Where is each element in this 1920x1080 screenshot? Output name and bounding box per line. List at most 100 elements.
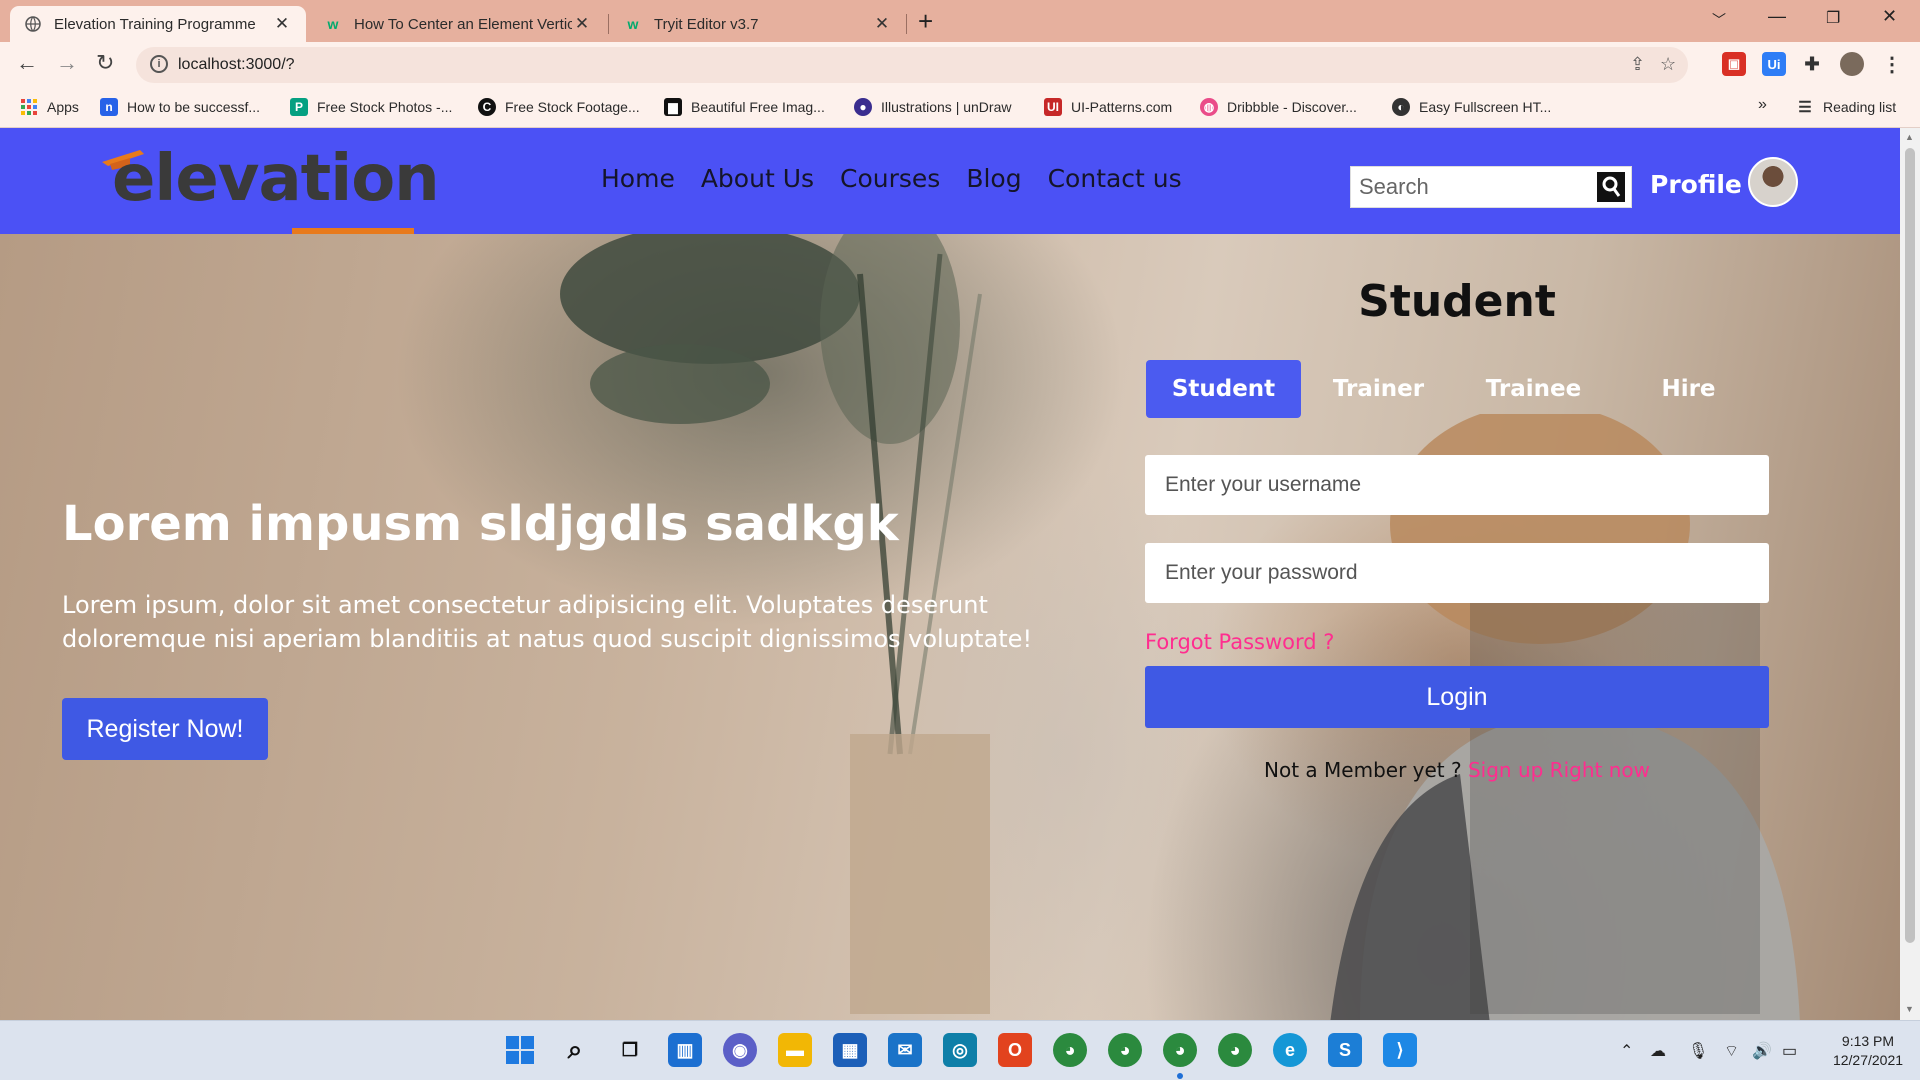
search-input[interactable] xyxy=(1351,167,1591,207)
site-logo[interactable]: elevation xyxy=(100,142,440,234)
mail-icon[interactable]: ✉ xyxy=(888,1033,922,1067)
unsplash-icon: ▆ xyxy=(664,98,682,116)
chrome-icon[interactable]: ◕ xyxy=(1108,1033,1142,1067)
restore-icon[interactable]: ❐ xyxy=(1826,8,1840,28)
bookmark-item[interactable]: ◐ Easy Fullscreen HT... xyxy=(1392,98,1551,116)
reading-list-icon: ☰ xyxy=(1798,99,1812,116)
file-explorer-icon[interactable]: ▬ xyxy=(778,1033,812,1067)
page-scrollbar[interactable]: ▲ ▼ xyxy=(1900,128,1920,1020)
password-field[interactable] xyxy=(1145,543,1769,603)
close-window-icon[interactable]: ✕ xyxy=(1882,6,1897,27)
reload-icon[interactable]: ↻ xyxy=(96,50,114,76)
wifi-icon[interactable]: ⌔ xyxy=(1724,1041,1739,1061)
logo-text: elevation xyxy=(112,142,440,216)
minimize-icon[interactable]: — xyxy=(1768,6,1786,27)
nav-about-us[interactable]: About Us xyxy=(701,164,814,193)
bookmark-label: Dribbble - Discover... xyxy=(1227,99,1357,115)
tab-elevation[interactable]: Elevation Training Programme ✕ xyxy=(10,6,306,42)
bookmark-item[interactable]: ● Illustrations | unDraw xyxy=(854,98,1011,116)
bookmark-item[interactable]: P Free Stock Photos -... xyxy=(290,98,452,116)
tab-separator xyxy=(906,14,907,34)
search-icon[interactable]: ⌕ xyxy=(558,1033,592,1067)
edge-icon[interactable]: e xyxy=(1273,1033,1307,1067)
login-button[interactable]: Login xyxy=(1145,666,1769,728)
site-info-icon[interactable]: i xyxy=(150,55,168,73)
w3schools-icon: w xyxy=(327,16,339,32)
tab-hire[interactable]: Hire xyxy=(1611,360,1766,418)
nav-courses[interactable]: Courses xyxy=(840,164,940,193)
nav-contact-us[interactable]: Contact us xyxy=(1048,164,1182,193)
profile-avatar-icon[interactable] xyxy=(1840,52,1864,76)
site-navbar: elevation Home About Us Courses Blog Con… xyxy=(0,128,1900,234)
close-tab-icon[interactable]: ✕ xyxy=(272,14,292,34)
scroll-up-icon[interactable]: ▲ xyxy=(1905,132,1914,142)
teams-chat-icon[interactable]: ◉ xyxy=(723,1033,757,1067)
reading-list-button[interactable]: ☰ Reading list xyxy=(1796,98,1896,116)
task-view-icon[interactable]: ❐ xyxy=(613,1033,647,1067)
bookmark-item[interactable]: ◍ Dribbble - Discover... xyxy=(1200,98,1357,116)
bookmark-label: Free Stock Footage... xyxy=(505,99,640,115)
scrollbar-thumb[interactable] xyxy=(1905,148,1915,943)
nav-home[interactable]: Home xyxy=(601,164,675,193)
share-icon[interactable]: ⇪ xyxy=(1630,54,1645,75)
search-button[interactable] xyxy=(1597,172,1625,202)
back-icon[interactable]: ← xyxy=(16,50,38,76)
tab-student[interactable]: Student xyxy=(1146,360,1301,418)
bookmark-item[interactable]: UI UI-Patterns.com xyxy=(1044,98,1172,116)
dribbble-icon: ◍ xyxy=(1200,98,1218,116)
skype-icon[interactable]: S xyxy=(1328,1033,1362,1067)
menu-kebab-icon[interactable]: ⋮ xyxy=(1880,52,1904,76)
new-tab-icon[interactable]: + xyxy=(918,6,933,37)
apps-grid-icon xyxy=(20,98,38,116)
start-windows-icon[interactable] xyxy=(503,1033,537,1067)
bookmark-star-icon[interactable]: ☆ xyxy=(1660,54,1676,75)
uipath-extension-icon[interactable]: Ui xyxy=(1762,52,1786,76)
widgets-icon[interactable]: ▥ xyxy=(668,1033,702,1067)
profile-link[interactable]: Profile xyxy=(1650,170,1742,199)
bookmark-item[interactable]: ▆ Beautiful Free Imag... xyxy=(664,98,825,116)
dell-icon[interactable]: ◎ xyxy=(943,1033,977,1067)
bookmark-apps[interactable]: Apps xyxy=(20,98,79,116)
nav-blog[interactable]: Blog xyxy=(966,164,1021,193)
onedrive-cloud-icon[interactable]: ☁ xyxy=(1650,1041,1666,1061)
bookmark-label: Illustrations | unDraw xyxy=(881,99,1012,115)
more-bookmarks-icon[interactable]: » xyxy=(1758,96,1767,114)
close-tab-icon[interactable]: ✕ xyxy=(572,14,592,34)
avatar[interactable] xyxy=(1748,157,1798,207)
bookmark-item[interactable]: n How to be successf... xyxy=(100,98,260,116)
ui-patterns-icon: UI xyxy=(1044,98,1062,116)
hero-section: Lorem impusm sldjgdls sadkgk Lorem ipsum… xyxy=(0,234,1900,1020)
microsoft-store-icon[interactable]: ▦ xyxy=(833,1033,867,1067)
forgot-password-link[interactable]: Forgot Password ? xyxy=(1145,630,1334,654)
scroll-down-icon[interactable]: ▼ xyxy=(1905,1004,1914,1014)
extension-red-icon[interactable]: ▣ xyxy=(1722,52,1746,76)
close-tab-icon[interactable]: ✕ xyxy=(872,14,892,34)
system-clock[interactable]: 9:13 PM 12/27/2021 xyxy=(1822,1032,1914,1070)
volume-icon[interactable]: 🔊 xyxy=(1752,1041,1772,1061)
extensions-puzzle-icon[interactable]: ✚ xyxy=(1800,52,1824,76)
register-button[interactable]: Register Now! xyxy=(62,698,268,760)
url-text[interactable]: localhost:3000/? xyxy=(178,56,295,74)
tab-trainer[interactable]: Trainer xyxy=(1301,360,1456,418)
bookmark-item[interactable]: C Free Stock Footage... xyxy=(478,98,640,116)
taskbar: ⌕ ❐ ▥ ◉ ▬ ▦ ✉ ◎ O ◕ ◕ ◕ ◕ e S ⟩ ⌃ ☁ 🎙 ⌔ … xyxy=(0,1020,1920,1080)
office-icon[interactable]: O xyxy=(998,1033,1032,1067)
vscode-icon[interactable]: ⟩ xyxy=(1383,1033,1417,1067)
tab-trainee[interactable]: Trainee xyxy=(1456,360,1611,418)
globe-icon xyxy=(24,15,42,33)
site-search xyxy=(1350,166,1632,208)
signup-link[interactable]: Sign up Right now xyxy=(1468,758,1650,782)
tab-tryit[interactable]: w Tryit Editor v3.7 ✕ xyxy=(610,6,906,42)
microphone-icon[interactable]: 🎙 xyxy=(1688,1041,1708,1061)
address-bar[interactable]: i localhost:3000/? ⇪ ☆ xyxy=(136,47,1688,83)
chrome-active-icon[interactable]: ◕ xyxy=(1163,1033,1197,1067)
globe-icon: ◐ xyxy=(1392,98,1410,116)
chrome-icon[interactable]: ◕ xyxy=(1218,1033,1252,1067)
show-hidden-icons-chevron-icon[interactable]: ⌃ xyxy=(1620,1041,1633,1061)
tab-center-element[interactable]: w How To Center an Element Vertic ✕ xyxy=(310,6,606,42)
chrome-icon[interactable]: ◕ xyxy=(1053,1033,1087,1067)
battery-icon[interactable]: ▭ xyxy=(1782,1041,1797,1061)
username-field[interactable] xyxy=(1145,455,1769,515)
forward-icon[interactable]: → xyxy=(56,50,78,76)
tab-search-chevron-icon[interactable]: ﹀ xyxy=(1712,10,1726,30)
